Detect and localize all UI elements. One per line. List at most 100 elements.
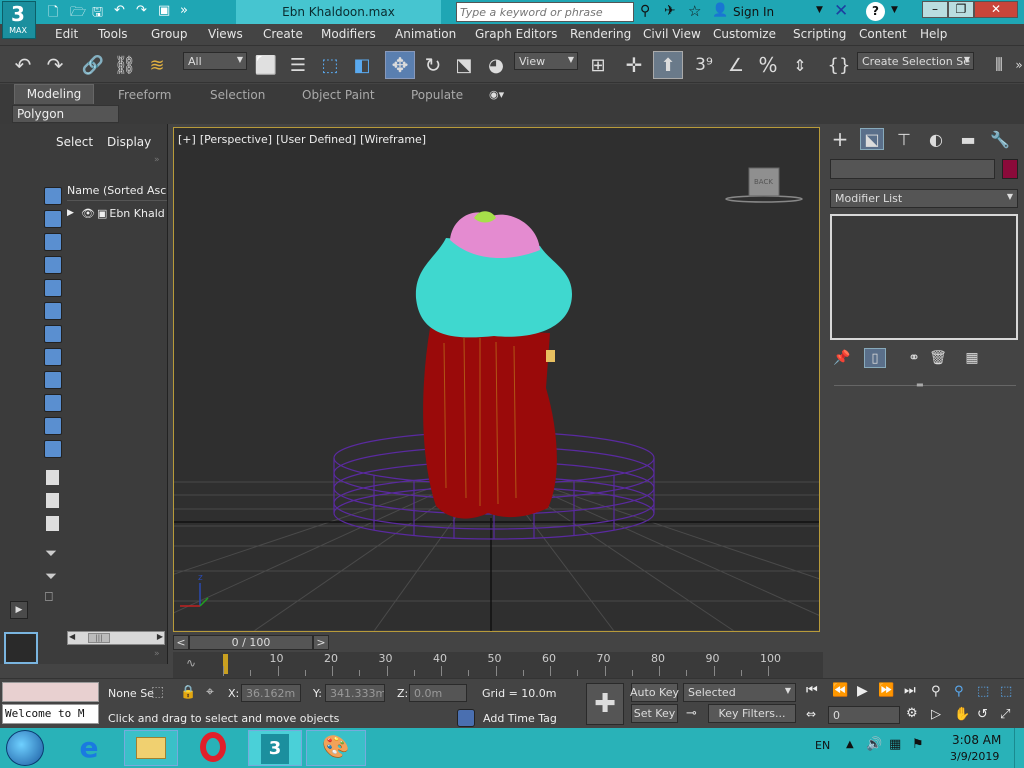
window-crossing-icon[interactable]: ◧ xyxy=(349,53,375,77)
percent-snap-icon[interactable]: % xyxy=(755,53,781,77)
viewcube-face-label[interactable]: BACK xyxy=(754,178,773,186)
make-unique-icon[interactable]: ⚭ xyxy=(904,348,924,368)
perspective-viewport[interactable]: [+] [Perspective] [User Defined] [Wirefr… xyxy=(173,127,820,632)
time-slider-thumb[interactable]: 0 / 100 xyxy=(189,635,313,650)
modify-tab-icon[interactable]: ⬕ xyxy=(860,128,884,150)
menu-animation[interactable]: Animation xyxy=(395,27,456,41)
absolute-mode-icon[interactable]: ⌖ xyxy=(206,684,214,700)
x-coordinate-field[interactable]: 36.162m xyxy=(241,684,301,702)
move-icon[interactable]: ✥ xyxy=(385,51,415,79)
key-filters-button[interactable]: Key Filters... xyxy=(708,704,796,723)
project-icon[interactable]: ▣ xyxy=(158,3,174,21)
select-by-name-icon[interactable]: ☰ xyxy=(285,53,311,77)
display-frozen-icon[interactable] xyxy=(44,417,62,435)
new-file-icon[interactable]: 🗋 xyxy=(48,3,64,21)
binoculars-icon[interactable]: ⚲ xyxy=(640,3,650,19)
scene-list-item[interactable]: ▶ 👁 ▣ Ebn Khald xyxy=(67,204,167,222)
save-icon[interactable]: 🖫 xyxy=(92,3,108,21)
help-icon[interactable]: ? xyxy=(866,2,885,21)
3dsmax-taskbar-icon[interactable]: 3 xyxy=(248,730,302,766)
field-of-view-icon[interactable]: ▷ xyxy=(931,707,941,722)
menu-civil-view[interactable]: Civil View xyxy=(643,27,701,41)
zoom-icon[interactable]: ⚲ xyxy=(931,684,941,699)
maxscript-listener-top[interactable] xyxy=(2,682,99,702)
display-containers-icon[interactable] xyxy=(44,394,62,412)
link-icon[interactable]: 🔗 xyxy=(80,53,106,77)
toolbar-overflow-icon[interactable]: » xyxy=(1014,53,1024,77)
menu-scripting[interactable]: Scripting xyxy=(793,27,846,41)
volume-icon[interactable]: 🔊 xyxy=(866,737,882,752)
selection-lock-icon[interactable]: 🔒 xyxy=(180,685,196,700)
menu-edit[interactable]: Edit xyxy=(55,27,78,41)
ribbon-options-icon[interactable]: ◉▾ xyxy=(489,88,504,101)
reference-coordinate-dropdown[interactable]: View ▼ xyxy=(514,52,578,70)
prev-frame-icon[interactable]: ⏪ xyxy=(832,683,848,698)
undo-icon[interactable]: ↶ xyxy=(10,53,36,77)
isolate-selection-icon[interactable]: ⬚ xyxy=(151,684,164,700)
unlink-icon[interactable]: ⛓ xyxy=(112,53,138,77)
overflow-icon[interactable]: » xyxy=(180,3,196,21)
action-center-icon[interactable]: ⚑ xyxy=(912,737,924,752)
snap-toggle-icon[interactable]: 3⁹ xyxy=(691,53,717,77)
spinner-snap-icon[interactable]: ⇕ xyxy=(787,53,813,77)
key-mode-dropdown[interactable]: Selected ▼ xyxy=(683,683,796,702)
maximize-viewport-icon[interactable]: ⤢ xyxy=(1000,707,1010,722)
clock-date[interactable]: 3/9/2019 xyxy=(950,750,999,763)
auto-key-button[interactable]: Auto Key xyxy=(630,683,679,702)
zoom-extents-all-icon[interactable]: ⬚ xyxy=(1000,684,1012,699)
create-tab-icon[interactable]: + xyxy=(828,127,852,151)
orbit-icon[interactable]: ↺ xyxy=(977,707,988,722)
key-mode-toggle-icon[interactable]: ⇔ xyxy=(806,707,816,721)
ribbon-tab-modeling[interactable]: Modeling xyxy=(14,84,94,104)
menu-modifiers[interactable]: Modifiers xyxy=(321,27,376,41)
menu-views[interactable]: Views xyxy=(208,27,243,41)
select-object-icon[interactable]: ⬜ xyxy=(253,53,279,77)
play-icon[interactable]: ▶ xyxy=(857,683,868,699)
display-invert-icon[interactable] xyxy=(46,516,59,531)
rotate-icon[interactable]: ↻ xyxy=(420,53,446,77)
tray-expand-icon[interactable]: ▲ xyxy=(846,739,854,750)
menu-customize[interactable]: Customize xyxy=(713,27,776,41)
goto-start-icon[interactable]: ⏮ xyxy=(806,683,818,698)
pan-icon[interactable]: ✋ xyxy=(954,707,970,722)
ribbon-tab-populate[interactable]: Populate xyxy=(411,88,463,102)
set-key-button[interactable]: Set Key xyxy=(631,704,678,723)
ribbon-sub-label[interactable]: Polygon Modeling xyxy=(12,105,119,137)
current-frame-field[interactable]: 0 xyxy=(828,706,900,724)
time-prev-button[interactable]: < xyxy=(173,635,189,650)
motion-tab-icon[interactable]: ◐ xyxy=(924,128,948,150)
utilities-tab-icon[interactable]: 🔧 xyxy=(988,128,1012,150)
remove-modifier-icon[interactable]: 🗑 xyxy=(928,348,948,368)
scene-panel-collapse-icon[interactable]: » xyxy=(154,155,160,165)
time-next-button[interactable]: > xyxy=(313,635,329,650)
sign-in-link[interactable]: Sign In xyxy=(733,5,774,19)
menu-help[interactable]: Help xyxy=(920,27,947,41)
exchange-icon[interactable]: ✕ xyxy=(834,1,848,21)
show-desktop-button[interactable] xyxy=(1014,728,1024,768)
scrollbar-thumb[interactable]: ||| xyxy=(88,633,110,643)
start-button[interactable] xyxy=(6,730,44,766)
pivot-center-icon[interactable]: ⊞ xyxy=(585,53,611,77)
modifier-list-dropdown[interactable]: Modifier List ▼ xyxy=(830,189,1018,208)
pin-stack-icon[interactable]: 📌 xyxy=(832,348,852,368)
satellite-icon[interactable]: ✈ xyxy=(664,3,676,19)
selection-filter-dropdown[interactable]: All ▼ xyxy=(183,52,247,70)
sign-in-dropdown-icon[interactable]: ▼ xyxy=(816,5,823,15)
minimize-button[interactable]: – xyxy=(922,1,948,18)
open-file-icon[interactable]: 🗁 xyxy=(70,3,86,21)
time-config-icon[interactable]: ⚙ xyxy=(906,706,918,721)
display-geometry-icon[interactable] xyxy=(44,187,62,205)
paint-icon[interactable]: 🎨 xyxy=(306,730,366,766)
expand-arrow-icon[interactable]: ▶ xyxy=(67,208,79,218)
language-indicator[interactable]: EN xyxy=(815,739,830,752)
search-input[interactable] xyxy=(456,2,634,22)
restore-button[interactable]: ❐ xyxy=(948,1,974,18)
redo-quick-icon[interactable]: ↷ xyxy=(136,3,152,21)
time-tag-icon[interactable] xyxy=(457,709,475,727)
zoom-extents-icon[interactable]: ⬚ xyxy=(977,684,989,699)
y-coordinate-field[interactable]: 341.333m xyxy=(325,684,385,702)
keyboard-shortcut-icon[interactable]: ⬆ xyxy=(653,51,683,79)
star-icon[interactable]: ☆ xyxy=(688,2,701,20)
filter-settings-icon[interactable]: ⏷ xyxy=(45,544,57,562)
close-button[interactable]: ✕ xyxy=(974,1,1018,18)
